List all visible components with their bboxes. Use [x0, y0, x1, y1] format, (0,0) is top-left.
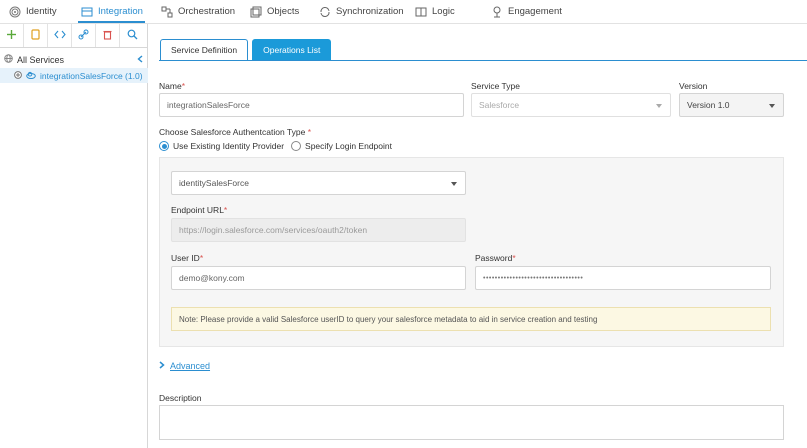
required-mark: *	[181, 81, 185, 91]
add-button[interactable]	[0, 24, 24, 47]
orchestration-icon	[160, 5, 173, 18]
nav-label: Orchestration	[178, 6, 236, 17]
document-icon	[30, 29, 41, 42]
user-id-label: User ID*	[171, 253, 203, 263]
services-toolbar	[0, 24, 148, 48]
nav-label: Objects	[267, 6, 300, 17]
code-icon	[53, 29, 66, 42]
engagement-icon	[490, 5, 503, 18]
nav-label: Synchronization	[336, 6, 404, 17]
radio-specify-endpoint[interactable]	[291, 141, 302, 151]
tab-service-definition[interactable]: Service Definition	[160, 39, 249, 60]
advanced-toggle[interactable]: Advanced	[159, 361, 210, 371]
add-icon	[6, 29, 17, 42]
nav-integration[interactable]: Integration	[78, 0, 145, 23]
logic-icon	[414, 5, 427, 18]
nav-objects[interactable]: Objects	[249, 0, 299, 23]
required-mark: *	[307, 127, 312, 137]
name-value: integrationSalesForce	[167, 100, 250, 110]
required-mark: *	[512, 253, 516, 263]
link-button[interactable]	[72, 24, 96, 47]
password-field[interactable]: ••••••••••••••••••••••••••••••••••	[475, 266, 771, 290]
tab-underline	[159, 60, 807, 61]
expand-icon[interactable]	[14, 70, 22, 81]
document-button[interactable]	[24, 24, 48, 47]
nav-label: Logic	[432, 6, 455, 17]
service-type-select[interactable]: Salesforce	[471, 93, 671, 117]
version-select[interactable]: Version 1.0	[679, 93, 784, 117]
nav-logic[interactable]: Logic	[414, 0, 455, 23]
integration-icon	[80, 5, 93, 18]
identity-provider-select[interactable]: identitySalesForce	[171, 171, 466, 195]
identity-provider-value: identitySalesForce	[179, 178, 249, 188]
user-id-label-text: User ID	[171, 253, 200, 263]
password-value: ••••••••••••••••••••••••••••••••••	[483, 274, 584, 282]
fingerprint-icon	[8, 5, 21, 18]
tree-item-label: integrationSalesForce (1.0)	[40, 70, 143, 81]
required-mark: *	[199, 253, 204, 263]
description-label: Description	[159, 393, 202, 403]
password-label-text: Password	[475, 253, 513, 263]
nav-label: Integration	[98, 6, 143, 17]
services-panel: All Services integrationSalesForce (1.0)	[0, 24, 148, 448]
nav-identity[interactable]: Identity	[8, 0, 57, 23]
endpoint-url-value: https://login.salesforce.com/services/oa…	[179, 225, 368, 235]
objects-icon	[249, 5, 262, 18]
password-label: Password*	[475, 253, 516, 263]
user-id-field[interactable]: demo@kony.com	[171, 266, 466, 290]
name-label-text: Name	[159, 81, 182, 91]
salesforce-note: Note: Please provide a valid Salesforce …	[171, 307, 771, 331]
name-field[interactable]: integrationSalesForce	[159, 93, 464, 117]
user-id-value: demo@kony.com	[179, 273, 245, 283]
trash-icon	[102, 29, 113, 42]
nav-engagement[interactable]: Engagement	[490, 0, 562, 23]
endpoint-url-field[interactable]: https://login.salesforce.com/services/oa…	[171, 218, 466, 242]
tab-operations-list[interactable]: Operations List	[252, 39, 332, 60]
tree-root-label: All Services	[17, 54, 65, 65]
service-type-label: Service Type	[471, 81, 520, 91]
radio-existing-label: Use Existing Identity Provider	[173, 141, 285, 151]
advanced-link[interactable]: Advanced	[170, 361, 210, 371]
service-type-value: Salesforce	[479, 100, 520, 110]
nav-label: Engagement	[508, 6, 562, 17]
endpoint-url-label: Endpoint URL*	[171, 205, 227, 215]
auth-type-radio-group: Use Existing Identity Provider Specify L…	[159, 141, 392, 151]
nav-orchestration[interactable]: Orchestration	[160, 0, 235, 23]
search-icon	[127, 29, 138, 42]
cloud-service-icon	[26, 71, 36, 81]
name-label: Name*	[159, 81, 185, 91]
sync-icon	[318, 5, 331, 18]
chevron-left-icon	[137, 55, 143, 65]
endpoint-url-label-text: Endpoint URL	[171, 205, 224, 215]
radio-existing-identity[interactable]	[159, 141, 169, 151]
radio-specify-label: Specify Login Endpoint	[305, 141, 392, 151]
service-tabs: Service Definition Operations List	[160, 39, 332, 60]
description-textarea[interactable]	[159, 405, 784, 440]
auth-type-label-text: Choose Salesforce Authentcation Type	[159, 127, 306, 137]
required-mark: *	[223, 205, 228, 215]
auth-type-label: Choose Salesforce Authentcation Type *	[159, 127, 311, 137]
code-button[interactable]	[48, 24, 72, 47]
globe-icon	[4, 54, 13, 65]
nav-synchronization[interactable]: Synchronization	[318, 0, 404, 23]
version-value: Version 1.0	[687, 100, 730, 110]
tree-root-all-services[interactable]: All Services	[4, 54, 64, 65]
collapse-panel-button[interactable]	[137, 55, 143, 65]
delete-button[interactable]	[96, 24, 120, 47]
search-button[interactable]	[120, 24, 144, 47]
chevron-right-icon	[159, 361, 165, 371]
version-label: Version	[679, 81, 708, 91]
top-navigation: Identity Integration Orchestration Objec…	[0, 0, 807, 24]
tree-item-integrationsalesforce[interactable]: integrationSalesForce (1.0)	[0, 68, 148, 83]
link-icon	[78, 29, 89, 42]
nav-label: Identity	[26, 6, 57, 17]
